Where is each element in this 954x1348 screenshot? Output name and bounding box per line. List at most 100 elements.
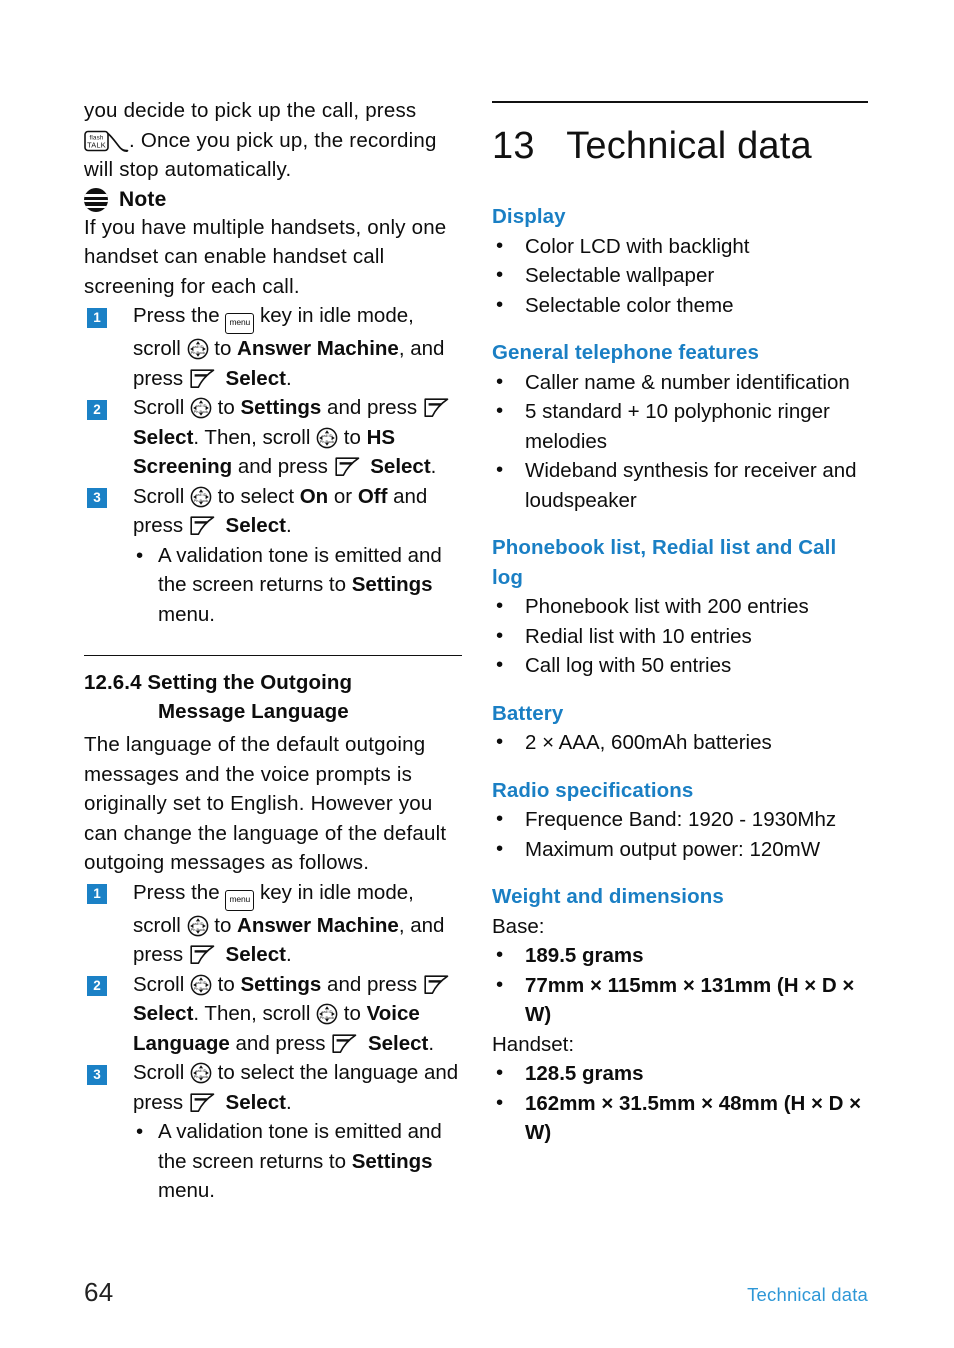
spec-section-heading: Radio specifications <box>492 778 694 802</box>
procedure-2-steps: 1 Press the menu key in idle mode, scrol… <box>84 878 462 1118</box>
bullet-dot: • <box>496 263 504 286</box>
step-item: 2 Scroll call ID Ph.Book to Settings and … <box>84 970 462 1059</box>
intro-line-3: automatically. <box>164 158 292 181</box>
svg-text:Ph.Book: Ph.Book <box>194 1074 209 1079</box>
svg-text:call ID: call ID <box>192 921 203 926</box>
step-text: Press the menu key in idle mode, scroll … <box>133 880 445 967</box>
spec-list: • 2 × AAA, 600mAh batteries <box>492 728 868 758</box>
bullet-dot: • <box>496 1061 504 1084</box>
nav-key-icon: call ID Ph.Book <box>316 427 338 449</box>
spec-list: • Frequence Band: 1920 - 1930Mhz • Maximum … <box>492 805 868 864</box>
list-item-label: Color LCD with backlight <box>525 234 750 258</box>
spec-list: • 189.5 grams • 77mm × 115mm × 131mm (H × D… <box>492 941 868 1030</box>
step-text: Scroll call ID Ph.Book to select the lang… <box>133 1061 459 1114</box>
note-icon <box>84 187 108 212</box>
svg-text:TALK: TALK <box>87 140 106 149</box>
list-item-label: Caller name & number identification <box>525 370 850 394</box>
soft-key-icon <box>334 456 365 478</box>
list-item: • Selectable wallpaper <box>492 261 868 291</box>
subsection-heading-line-1: 12.6.4 Setting the Outgoing <box>84 671 353 694</box>
document-page: you decide to pick up the call, press fl… <box>0 0 954 1348</box>
list-item-label: Maximum output power: 120mW <box>525 837 821 861</box>
emphasis-text: On <box>299 484 329 508</box>
list-item-label: 128.5 grams <box>525 1062 644 1085</box>
step-item: 3 Scroll call ID Ph.Book to select On or … <box>84 482 462 541</box>
nav-key-icon: call ID Ph.Book <box>316 1003 338 1025</box>
bullet-dot: • <box>496 653 504 676</box>
list-item-label: Frequence Band: 1920 - 1930Mhz <box>525 808 837 831</box>
menu-key-icon: menu <box>225 313 255 334</box>
svg-text:call ID: call ID <box>192 344 203 349</box>
spec-list: • 128.5 grams • 162mm × 31.5mm × 48mm (H × … <box>492 1059 868 1148</box>
menu-key-icon: menu <box>225 889 255 911</box>
nav-key-icon: call ID Ph.Book <box>190 1062 212 1084</box>
svg-text:Ph.Book: Ph.Book <box>194 498 209 503</box>
step-text: Scroll call ID Ph.Book to select On or Of… <box>133 484 428 538</box>
nav-key-icon: call ID Ph.Book <box>190 486 212 508</box>
subsection-heading: 12.6.4 Setting the Outgoing Message Lang… <box>84 668 462 726</box>
nav-key-icon: call ID Ph.Book <box>187 915 209 937</box>
soft-key-icon <box>423 397 454 419</box>
svg-text:Ph.Book: Ph.Book <box>190 927 205 932</box>
emphasis-text: Select <box>133 1002 194 1025</box>
emphasis-text: Select <box>219 366 286 390</box>
step-text: Scroll call ID Ph.Book to Settings and pr… <box>133 396 454 478</box>
bullet-dot: • <box>496 233 504 257</box>
step-text: Scroll call ID Ph.Book to Settings and pr… <box>133 973 454 1055</box>
svg-text:call ID: call ID <box>196 1068 207 1073</box>
subsection-heading-line-2: Message Language <box>158 700 349 723</box>
list-item-label: Phonebook list with 200 entries <box>525 595 809 618</box>
note-title: Note <box>119 187 167 211</box>
step-item: 1 Press the menu key in idle mode, scrol… <box>84 878 462 970</box>
svg-text:Ph.Book: Ph.Book <box>190 350 205 355</box>
list-item-label: Selectable wallpaper <box>525 264 715 287</box>
list-item: • 5 standard + 10 polyphonic ringer melod… <box>492 397 868 456</box>
emphasis-text: Select <box>219 1090 286 1114</box>
svg-text:call ID: call ID <box>196 980 207 985</box>
result-text-after: menu. <box>158 1179 215 1202</box>
bullet-dot: • <box>136 1120 144 1143</box>
list-item: • Redial list with 10 entries <box>492 622 868 652</box>
soft-key-icon <box>331 1033 362 1055</box>
list-item: • 162mm × 31.5mm × 48mm (H × D × W) <box>492 1089 868 1148</box>
emphasis-text: Select <box>219 514 286 537</box>
list-item-label: 2 × AAA, 600mAh batteries <box>525 731 772 754</box>
soft-key-icon <box>423 974 454 996</box>
step-badge: 3 <box>87 1064 107 1085</box>
emphasis-text: Off <box>357 484 388 508</box>
spec-section-heading: Display <box>492 205 566 228</box>
step-badge: 1 <box>87 307 107 328</box>
list-item-label: Wideband synthesis for receiver and loud… <box>525 459 857 512</box>
spec-group-label: Handset: <box>492 1032 575 1056</box>
list-item-label: 5 standard + 10 polyphonic ringer melodi… <box>525 400 830 453</box>
emphasis-text: Settings <box>240 972 322 996</box>
spec-section-heading: Battery <box>492 701 564 725</box>
bullet-dot: • <box>496 836 504 860</box>
list-item: • Wideband synthesis for receiver and lou… <box>492 456 868 515</box>
right-column: 13 Technical data Display • Color LCD with… <box>492 96 868 1148</box>
bullet-dot: • <box>496 623 504 647</box>
chapter-number: 13 <box>492 125 535 167</box>
bullet-dot: • <box>496 399 504 422</box>
soft-key-icon <box>189 515 220 537</box>
soft-key-icon <box>189 1092 220 1114</box>
spec-group-label: Base: <box>492 914 545 938</box>
talk-key-icon: flash TALK <box>84 130 129 153</box>
nav-key-icon: call ID Ph.Book <box>190 974 212 996</box>
bullet-dot: • <box>496 594 504 617</box>
bullet-dot: • <box>496 943 504 966</box>
bullet-dot: • <box>496 369 504 393</box>
footer-chapter-label: Technical data <box>747 1284 868 1305</box>
list-item-label: Redial list with 10 entries <box>525 624 752 648</box>
page-number: 64 <box>84 1277 114 1307</box>
step-result-bullet: • A validation tone is emitted and the sc… <box>84 541 462 630</box>
spec-section-heading: General telephone features <box>492 341 759 364</box>
list-item-label: 189.5 grams <box>525 944 644 967</box>
list-item: • 2 × AAA, 600mAh batteries <box>492 728 868 758</box>
emphasis-text: Select <box>364 455 431 478</box>
emphasis-text: Settings <box>240 396 322 419</box>
list-item: • Call log with 50 entries <box>492 651 868 681</box>
step-item: 2 Scroll call ID Ph.Book to Settings and … <box>84 393 462 482</box>
